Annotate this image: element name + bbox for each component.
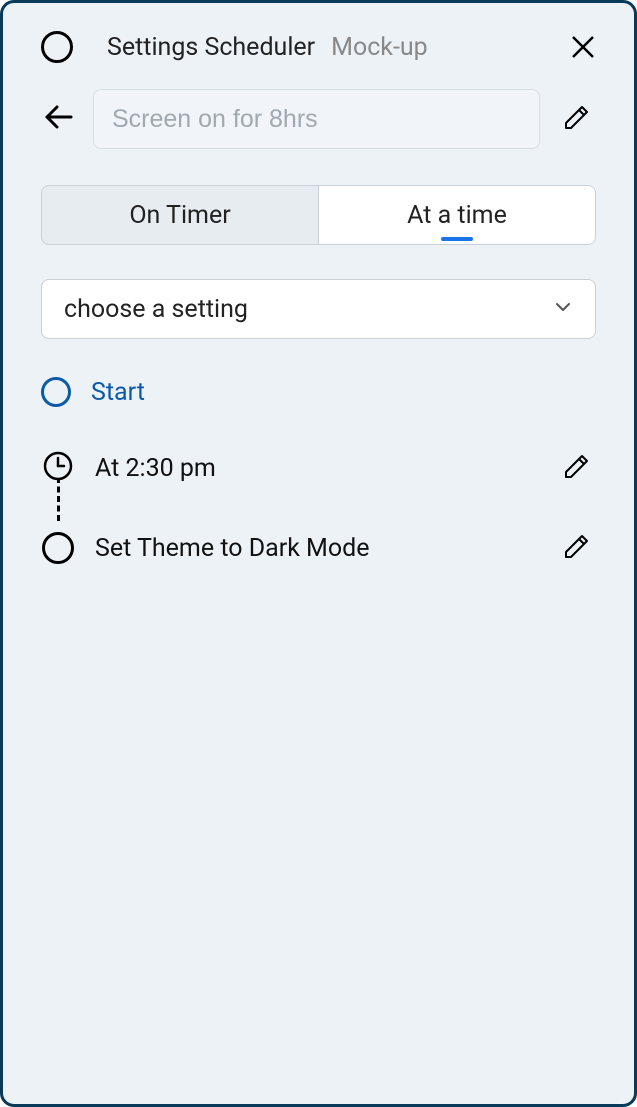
clock-icon <box>42 450 74 486</box>
circle-icon <box>42 532 74 564</box>
chevron-down-icon <box>553 295 573 324</box>
tab-at-a-time[interactable]: At a time <box>318 186 595 244</box>
title-input-row <box>41 89 596 149</box>
title-input[interactable] <box>93 89 540 149</box>
setting-select-label: choose a setting <box>64 295 248 324</box>
timeline: At 2:30 pm Set Theme to Dark Mode <box>41 447 596 569</box>
edit-title-icon[interactable] <box>558 98 596 140</box>
app-container: Settings Scheduler Mock-up On Timer <box>0 0 637 1107</box>
timeline-action-label: Set Theme to Dark Mode <box>95 534 538 563</box>
tab-at-a-time-label: At a time <box>407 201 507 230</box>
tab-on-timer-label: On Timer <box>129 201 230 230</box>
header-title: Settings Scheduler <box>107 33 315 62</box>
tabs: On Timer At a time <box>41 185 596 245</box>
edit-action-icon[interactable] <box>558 527 596 569</box>
tab-on-timer[interactable]: On Timer <box>42 186 318 244</box>
timeline-time-label: At 2:30 pm <box>95 454 538 483</box>
back-arrow-icon[interactable] <box>41 100 75 138</box>
start-label: Start <box>91 378 145 407</box>
header-circle-icon <box>41 31 73 63</box>
setting-select[interactable]: choose a setting <box>41 279 596 339</box>
timeline-time-row: At 2:30 pm <box>41 447 596 489</box>
header: Settings Scheduler Mock-up <box>41 31 596 63</box>
timeline-action-row: Set Theme to Dark Mode <box>41 527 596 569</box>
start-circle-icon <box>41 377 71 407</box>
close-icon[interactable] <box>570 34 596 60</box>
start-row[interactable]: Start <box>41 377 596 407</box>
edit-time-icon[interactable] <box>558 447 596 489</box>
header-subtitle: Mock-up <box>331 33 428 62</box>
